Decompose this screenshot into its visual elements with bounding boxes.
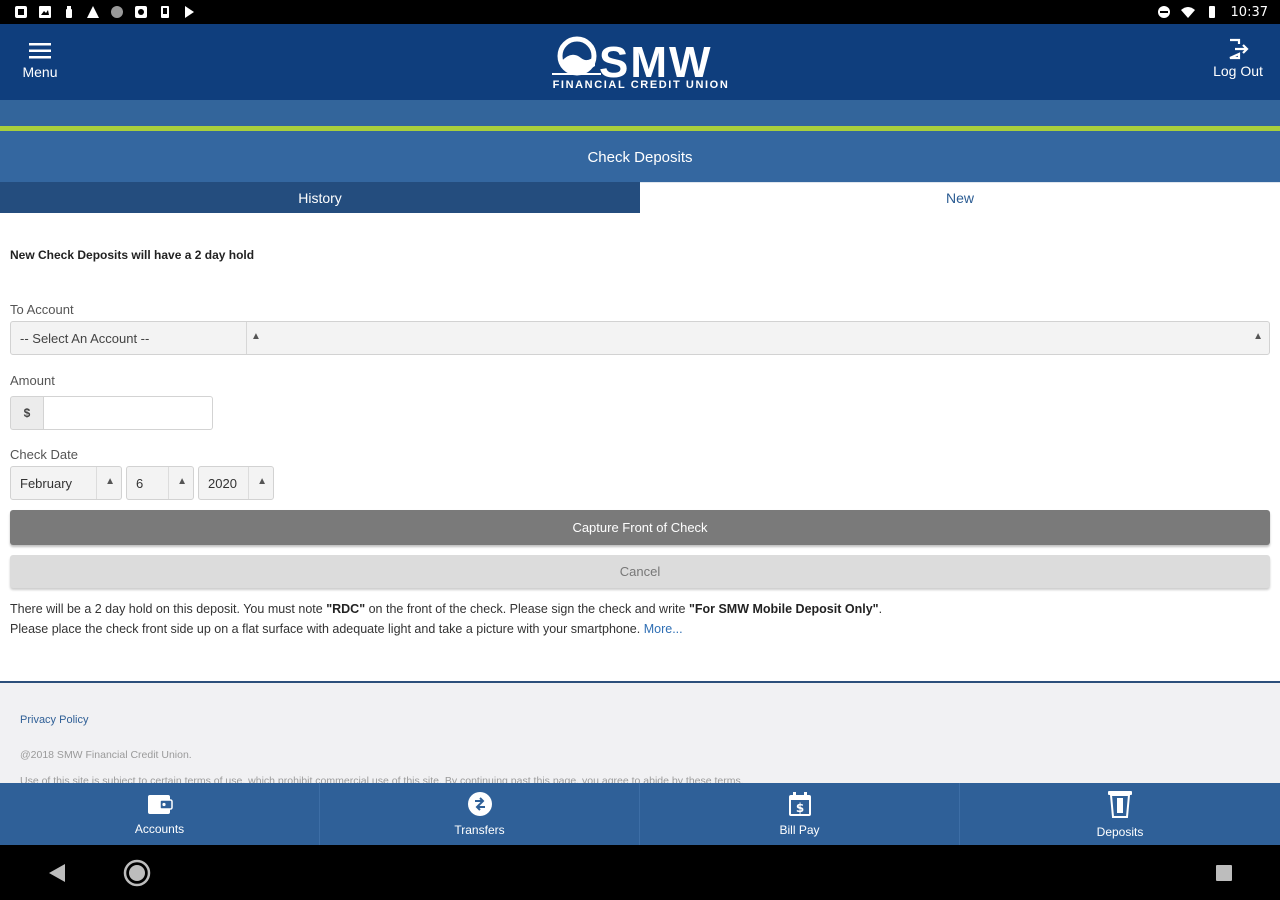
smw-logo: SMW FINANCIAL CREDIT UNION [545,36,737,94]
photo-icon [135,6,147,18]
select-arrows-icon: ▲ [105,476,115,487]
nav-deposits-label: Deposits [1096,825,1144,839]
select-arrows-icon: ▲ [177,476,187,487]
android-nav-bar [0,845,1280,900]
status-time: 10:37 [1230,4,1268,20]
hold-note: New Check Deposits will have a 2 day hol… [10,248,255,262]
notification-icon [15,6,27,18]
to-account-label: To Account [10,302,74,317]
amount-input[interactable] [44,396,213,430]
home-icon[interactable] [123,859,151,887]
status-bar: 10:37 [0,0,1280,24]
logo-emblem-icon [552,36,601,76]
nav-accounts-label: Accounts [134,822,185,836]
nav-accounts[interactable]: Accounts [0,783,320,845]
logout-label: Log Out [1213,63,1263,79]
terms-text: Use of this site is subject to certain t… [20,775,744,783]
battery-icon [1208,6,1215,18]
tab-history[interactable]: History [0,182,640,213]
circle-icon [111,6,123,18]
wallet-icon [147,795,173,814]
app-header: Menu SMW FINANCIAL CREDIT UNION Log Out [0,24,1280,100]
back-icon[interactable] [48,863,66,883]
cancel-button[interactable]: Cancel [10,555,1270,588]
logout-button[interactable]: Log Out [1210,38,1266,88]
select-divider [96,467,97,499]
play-store-icon [185,6,194,18]
more-link[interactable]: More... [644,622,683,636]
capture-front-button[interactable]: Capture Front of Check [10,510,1270,545]
logo-subtitle: FINANCIAL CREDIT UNION [552,79,730,91]
privacy-policy-link[interactable]: Privacy Policy [20,714,88,726]
amount-group: $ [10,396,213,430]
phone-icon [161,6,169,18]
nav-bill-pay[interactable]: $ Bill Pay [640,783,960,845]
year-select[interactable]: 2020 ▲ [198,466,274,500]
copyright-text: @2018 SMW Financial Credit Union. [20,749,192,761]
amount-label: Amount [10,373,55,388]
instructions-text: Please place the check front side up on … [10,622,644,636]
calendar-bill-icon: $ [788,792,811,816]
check-date-label: Check Date [10,447,78,462]
dnd-icon [1157,6,1170,18]
month-value: February [20,475,73,491]
day-select[interactable]: 6 ▲ [126,466,194,500]
recents-icon[interactable] [1215,864,1233,882]
nav-bill-pay-label: Bill Pay [779,823,820,837]
select-arrows-icon: ▲ [251,331,261,342]
to-account-select[interactable]: -- Select An Account -- ▲ ▲ [10,321,1270,355]
select-arrows-icon: ▲ [1253,331,1263,342]
menu-button[interactable]: Menu [18,42,62,88]
select-arrows-icon: ▲ [257,476,267,487]
deposit-tabs: History New [0,182,1280,213]
svg-text:$: $ [795,801,803,815]
nav-transfers-label: Transfers [454,823,505,837]
site-footer: Privacy Policy @2018 SMW Financial Credi… [0,681,1280,783]
menu-label: Menu [22,64,58,80]
year-value: 2020 [208,475,237,491]
image-icon [39,6,51,18]
status-notifications [14,5,196,19]
header-subbar [0,100,1280,126]
instructions-text: on the front of the check. Please sign t… [365,602,689,616]
deposit-instructions: There will be a 2 day hold on this depos… [10,599,1270,639]
day-value: 6 [136,475,144,491]
warning-icon [87,6,99,18]
deposit-icon [1108,791,1132,818]
tab-new[interactable]: New [640,182,1280,213]
wifi-icon [1180,7,1195,18]
page-title: Check Deposits [0,131,1280,183]
instructions-text: There will be a 2 day hold on this depos… [10,602,327,616]
month-select[interactable]: February ▲ [10,466,122,500]
logout-icon [1229,38,1249,60]
select-divider [168,467,169,499]
to-account-value: -- Select An Account -- [11,322,247,354]
hamburger-icon [29,43,51,59]
bottom-nav: Accounts Transfers $ Bill Pay Deposits [0,783,1280,845]
nav-deposits[interactable]: Deposits [960,783,1280,845]
select-divider [248,467,249,499]
transfer-icon [467,792,492,816]
bottle-icon [66,6,72,18]
instructions-bold: "For SMW Mobile Deposit Only" [688,602,879,616]
instructions-text: . [878,602,883,616]
instructions-bold: "RDC" [326,602,366,616]
currency-prefix: $ [10,396,44,430]
nav-transfers[interactable]: Transfers [320,783,640,845]
status-system: 10:37 [1157,5,1268,20]
